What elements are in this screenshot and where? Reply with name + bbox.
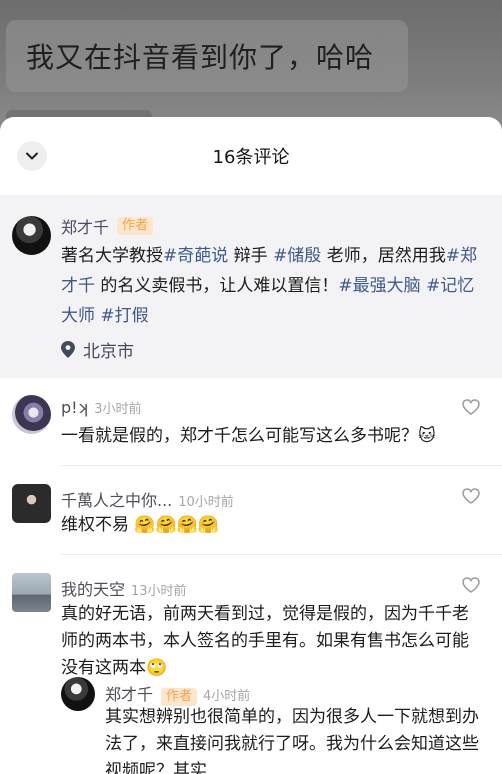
comment-header: 千萬人之中你... 10小时前	[61, 487, 234, 511]
avatar[interactable]	[12, 216, 51, 255]
author-name-row: 郑才千 作者	[61, 215, 488, 237]
comment-author[interactable]: p!ʞ	[61, 398, 88, 417]
location-label: 北京市	[83, 342, 134, 362]
reply-time: 4小时前	[203, 689, 251, 704]
heart-outline-icon[interactable]	[462, 488, 480, 504]
post-text-segment: 辩手	[228, 246, 274, 266]
hashtag-link[interactable]: #打假	[100, 306, 148, 326]
comment-header: 我的天空 13小时前	[61, 576, 187, 600]
reply-item: 郑才千 作者 4小时前 其实想辨别也很简单的，因为很多人一下就想到办法了，来直接…	[61, 677, 502, 774]
comment-body: 真的好无语，前两天看到过，觉得是假的，因为千千老师的两本书，本人签名的手里有。如…	[61, 604, 469, 678]
reply-text: 其实想辨别也很简单的，因为很多人一下就想到办法了，来直接问我就行了呀。我为什么会…	[105, 707, 479, 774]
divider	[61, 465, 502, 466]
emoji: 🙄	[146, 658, 168, 678]
comment-item: 千萬人之中你... 10小时前 维权不易 🤗🤗🤗🤗	[0, 484, 502, 554]
comment-author[interactable]: 我的天空	[61, 576, 125, 600]
hashtag-link[interactable]: #奇葩说	[163, 246, 228, 266]
screen: 我又在抖音看到你了，哈哈 16条评论 郑才千 作者 著名大学教授#奇葩说 辩手 …	[0, 0, 502, 774]
hashtag-link[interactable]: #储殷	[273, 246, 321, 266]
post-text-segment: 著名大学教授	[61, 246, 163, 266]
comment-text: 维权不易 🤗🤗🤗🤗	[61, 512, 485, 539]
comment-body: 一看就是假的，郑才千怎么可能写这么多书呢？	[61, 426, 418, 446]
avatar[interactable]	[12, 395, 51, 434]
post-text: 著名大学教授#奇葩说 辩手 #储殷 老师，居然用我#郑才千 的名义卖假书，让人难…	[61, 241, 491, 331]
comment-body: 维权不易	[61, 515, 129, 535]
heart-outline-icon[interactable]	[462, 399, 480, 415]
sheet-header: 16条评论	[0, 117, 502, 195]
location-pin-icon	[61, 341, 75, 358]
post-text-segment: 老师，居然用我	[321, 246, 446, 266]
reply-header: 郑才千 作者 4小时前	[105, 681, 250, 706]
location[interactable]: 北京市	[61, 337, 488, 362]
collapse-button[interactable]	[17, 141, 47, 171]
avatar[interactable]	[12, 484, 51, 523]
comments-sheet: 16条评论 郑才千 作者 著名大学教授#奇葩说 辩手 #储殷 老师，居然用我#郑…	[0, 117, 502, 774]
comment-item: p!ʞ 3小时前 一看就是假的，郑才千怎么可能写这么多书呢？🐱	[0, 395, 502, 465]
reply-author[interactable]: 郑才千	[105, 681, 153, 705]
post-text-segment: 的名义卖假书，让人难以置信！	[95, 276, 339, 296]
comment-author[interactable]: 千萬人之中你...	[61, 487, 172, 511]
avatar[interactable]	[12, 573, 51, 612]
author-post: 郑才千 作者 著名大学教授#奇葩说 辩手 #储殷 老师，居然用我#郑才千 的名义…	[0, 195, 502, 378]
comment-item: 我的天空 13小时前 真的好无语，前两天看到过，觉得是假的，因为千千老师的两本书…	[0, 573, 502, 774]
chevron-down-icon	[26, 152, 38, 160]
heart-outline-icon[interactable]	[462, 577, 480, 593]
sheet-title: 16条评论	[212, 147, 290, 168]
hashtag-link[interactable]: #最强大脑	[338, 276, 420, 296]
comment-time: 3小时前	[94, 402, 142, 417]
comment-time: 10小时前	[178, 495, 234, 510]
comment-text: 一看就是假的，郑才千怎么可能写这么多书呢？🐱	[61, 423, 485, 450]
divider	[61, 554, 502, 555]
comment-header: p!ʞ 3小时前	[61, 398, 142, 417]
comment-text: 真的好无语，前两天看到过，觉得是假的，因为千千老师的两本书，本人签名的手里有。如…	[61, 601, 485, 682]
comment-time: 13小时前	[131, 584, 187, 599]
emoji: 🐱	[418, 426, 436, 446]
author-name[interactable]: 郑才千	[61, 214, 109, 238]
author-badge: 作者	[117, 217, 154, 235]
avatar[interactable]	[61, 677, 95, 711]
emoji: 🤗🤗🤗🤗	[134, 515, 220, 535]
video-caption: 我又在抖音看到你了，哈哈	[6, 20, 408, 92]
